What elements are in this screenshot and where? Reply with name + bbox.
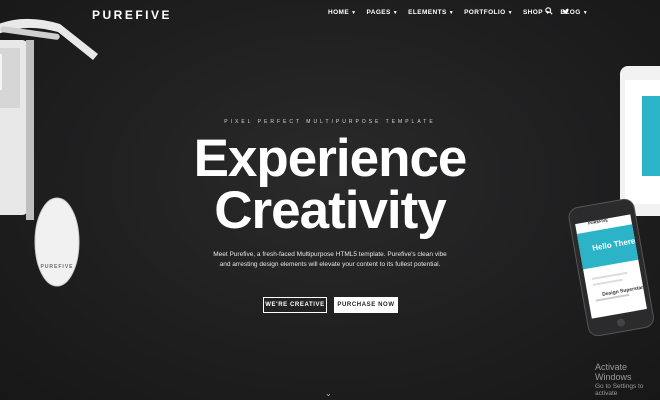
hero-description: Meet Purefive, a fresh-faced Multipurpos… bbox=[213, 251, 447, 268]
nav-item-label: PORTFOLIO bbox=[464, 9, 506, 16]
hero-tagline: PIXEL PERFECT MULTIPURPOSE TEMPLATE bbox=[224, 119, 436, 125]
header-icons bbox=[545, 7, 570, 17]
scroll-down-icon[interactable]: ⌄ bbox=[325, 389, 332, 398]
windows-activation-watermark: Activate Windows Go to Settings to activ… bbox=[595, 362, 660, 397]
nav-item-label: PAGES bbox=[366, 9, 391, 16]
chevron-down-icon: ▼ bbox=[507, 9, 513, 16]
nav-item-label: HOME bbox=[328, 9, 350, 16]
mouse-logo: PUREFIVE bbox=[40, 264, 74, 270]
nav-item-label: ELEMENTS bbox=[408, 9, 447, 16]
nav-item-label: SHOP bbox=[522, 9, 543, 16]
hero-title-line2: Creativity bbox=[214, 181, 447, 240]
chevron-down-icon: ▼ bbox=[448, 9, 455, 16]
activate-subtitle: Go to Settings to activate bbox=[595, 383, 644, 397]
nav-item-home[interactable]: HOME ▼ bbox=[328, 9, 356, 16]
purchase-now-button[interactable]: PURCHASE NOW bbox=[334, 297, 398, 313]
search-icon[interactable] bbox=[545, 7, 553, 17]
chevron-down-icon: ▼ bbox=[351, 9, 357, 16]
twitter-icon[interactable] bbox=[562, 7, 570, 17]
chevron-down-icon: ▼ bbox=[582, 9, 589, 16]
nav-item-elements[interactable]: ELEMENTS ▼ bbox=[408, 9, 454, 16]
were-creative-button[interactable]: WE'RE CREATIVE bbox=[263, 297, 327, 313]
chevron-down-icon: ▼ bbox=[392, 9, 399, 16]
nav-item-pages[interactable]: PAGES ▼ bbox=[366, 9, 398, 16]
nav-item-portfolio[interactable]: PORTFOLIO ▼ bbox=[464, 9, 513, 16]
activate-title: Activate Windows bbox=[595, 362, 632, 382]
